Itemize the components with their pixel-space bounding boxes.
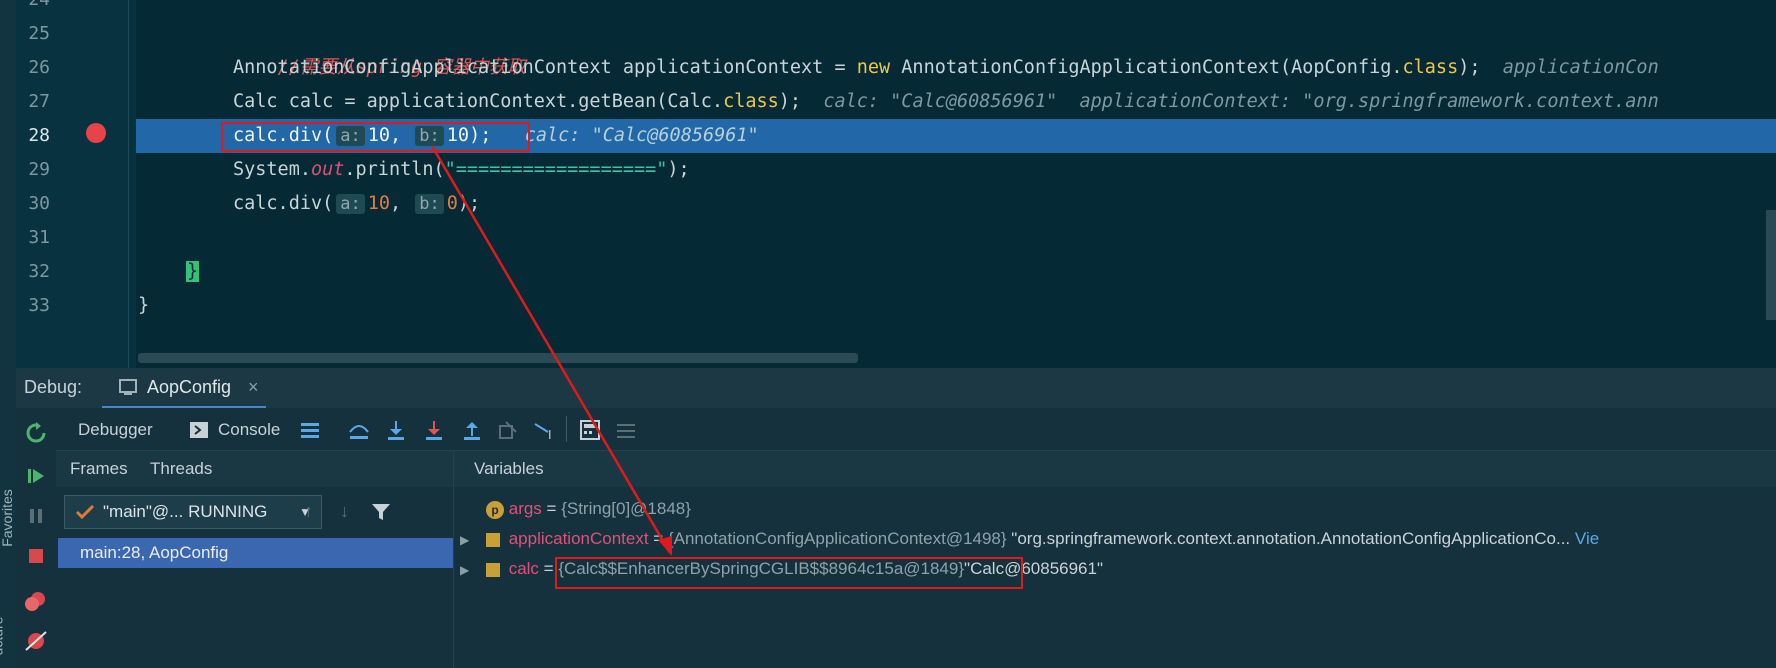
- annotation-arrow: [430, 145, 672, 556]
